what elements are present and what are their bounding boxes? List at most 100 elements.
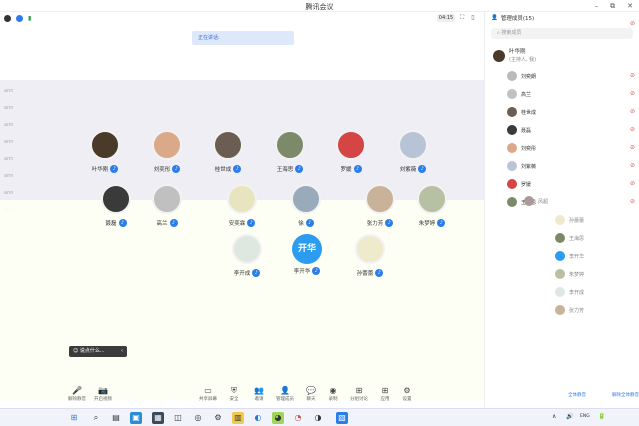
unmute-all-button[interactable]: 解除全体静音 (612, 392, 639, 398)
button-label: 应用 (380, 397, 390, 402)
app-icon[interactable]: ◑ (312, 412, 324, 424)
mic-muted-icon[interactable]: ⊘ (630, 108, 635, 115)
video-button[interactable]: 📷 开启视频 (92, 386, 114, 402)
settings-button[interactable]: ⚙ 设置 (396, 386, 418, 402)
mic-muted-icon[interactable]: ⊘ (630, 198, 635, 205)
mic-muted-icon[interactable]: ⊘ (630, 90, 635, 97)
member-row[interactable]: 罗媛 ⊘ (485, 175, 639, 193)
member-row[interactable]: 桂世成 ⊘ (485, 103, 639, 121)
participant-tile[interactable]: 徐 ♪ (276, 184, 336, 227)
member-row[interactable]: 刘奕朗 ⊘ (485, 67, 639, 85)
chat-icon: 💬 (306, 386, 316, 395)
mic-badge-icon: ♪ (110, 165, 119, 173)
invite-icon: 👥 (254, 386, 264, 395)
tray-arrow-icon[interactable]: ∧ (552, 413, 556, 420)
right-list-item[interactable]: 孙蕾蕾 (555, 212, 639, 228)
participant-tile[interactable]: 高兰 ♪ (137, 184, 197, 227)
left-pad-label: ann (4, 88, 14, 94)
collapse-icon[interactable]: ‹ (121, 346, 123, 357)
participant-tile[interactable]: 孙蕾蕾 ♪ (340, 234, 400, 277)
chrome-icon[interactable]: ◕ (272, 412, 284, 424)
volume-icon[interactable]: 🔊 (566, 413, 573, 420)
invite-button[interactable]: 👥 邀请 (248, 386, 270, 402)
gear-icon[interactable]: ⚙ (212, 412, 224, 424)
share-screen-button[interactable]: ▭ 共享屏幕 (197, 386, 219, 402)
right-list-name: 王海思 (569, 235, 585, 242)
battery-icon[interactable]: 🔋 (598, 413, 605, 420)
apps-button[interactable]: ⊞ 应用 (374, 386, 396, 402)
meeting-app-icon[interactable]: ▧ (336, 412, 348, 424)
minimize-button[interactable]: – (595, 2, 599, 11)
button-label: 聊天 (306, 397, 316, 402)
participant-tile[interactable]: 刘紫薇 ♪ (383, 130, 443, 173)
right-list-name: 李开华 (569, 253, 585, 260)
right-list-item[interactable]: 王海思 (555, 230, 639, 246)
mic-badge-icon: ♪ (305, 219, 314, 227)
mic-badge-icon: ♪ (295, 165, 304, 173)
app-icon[interactable]: ◫ (172, 412, 184, 424)
security-button[interactable]: ⛨ 安全 (223, 386, 245, 402)
chat-input[interactable]: ☺ 说点什么... ‹ (69, 346, 127, 357)
participant-tile[interactable]: 安奕霖 ♪ (212, 184, 272, 227)
start-icon[interactable]: ⊞ (68, 412, 80, 424)
fullscreen-icon[interactable]: ⛶ (460, 14, 464, 22)
mic-muted-icon[interactable]: ⊘ (630, 144, 635, 151)
member-row[interactable]: 高兰 ⊘ (485, 85, 639, 103)
edge-icon[interactable]: ◐ (252, 412, 264, 424)
member-row[interactable]: 刘紫薇 ⊘ (485, 157, 639, 175)
mute-all-button[interactable]: 全体静音 (568, 392, 586, 398)
unmute-button[interactable]: 🎤 解除静音 (66, 386, 88, 402)
participant-name: 桂世成 (214, 167, 232, 173)
app-icon[interactable]: ◎ (192, 412, 204, 424)
app-icon[interactable]: ▥ (232, 412, 244, 424)
manage-members-button[interactable]: 👤 管理成员 (274, 386, 296, 402)
close-button[interactable]: ✕ (627, 2, 633, 11)
signal-icon[interactable]: ▮ (28, 15, 31, 22)
participant-tile[interactable]: 开华 李开华 ♪ (277, 234, 337, 275)
avatar (417, 184, 447, 214)
participant-tile[interactable]: 刘奕彤 ♪ (137, 130, 197, 173)
language-indicator[interactable]: ENG (580, 414, 590, 419)
button-label: 设置 (402, 397, 412, 402)
right-list-item[interactable]: 李开成 (555, 284, 639, 300)
avatar (507, 197, 517, 207)
record-button[interactable]: ◉ 录制 (322, 386, 344, 402)
breakout-button[interactable]: ⊞ 分组讨论 (347, 386, 371, 402)
layout-icon[interactable]: ▯ (471, 14, 474, 22)
right-list-item[interactable]: 朱梦婷 (555, 266, 639, 282)
search-input[interactable]: ⌕ 搜索成员 (491, 28, 633, 39)
mic-muted-icon[interactable]: ⊘ (630, 180, 635, 187)
host-row[interactable]: 叶华刚 (主持人, 我) ⊘ (485, 20, 639, 67)
app-icon[interactable]: ◔ (292, 412, 304, 424)
participant-tile[interactable]: 桂世成 ♪ (198, 130, 258, 173)
mic-muted-icon[interactable]: ⊘ (630, 20, 635, 27)
avatar (555, 215, 565, 225)
right-list-name: 李开成 (569, 289, 585, 296)
avatar (152, 184, 182, 214)
app-icon[interactable]: ▦ (152, 412, 164, 424)
mic-muted-icon[interactable]: ⊘ (630, 162, 635, 169)
participant-tile[interactable]: 朱梦婷 ♪ (402, 184, 462, 227)
info-icon[interactable] (4, 14, 11, 22)
left-pad-label: ann (4, 156, 14, 162)
member-row[interactable]: 聂磊 ⊘ (485, 121, 639, 139)
participant-tile[interactable]: 王海思 ♪ (260, 130, 320, 173)
right-list-item[interactable]: 风超 (524, 193, 608, 209)
mic-muted-icon[interactable]: ⊘ (630, 72, 635, 79)
search-icon[interactable]: ⌕ (90, 412, 102, 424)
participant-tile[interactable]: 张力芳 ♪ (350, 184, 410, 227)
meeting-timer: 04:15 (437, 14, 455, 22)
chat-button[interactable]: 💬 聊天 (300, 386, 322, 402)
left-pad-label: ann (4, 190, 14, 196)
maximize-button[interactable]: ⧉ (610, 2, 615, 11)
participant-tile[interactable]: 李开成 ♪ (217, 234, 277, 277)
participant-tile[interactable]: 叶华刚 ♪ (75, 130, 135, 173)
app-icon[interactable]: ▣ (130, 412, 142, 424)
right-list-item[interactable]: 李开华 (555, 248, 639, 264)
mic-muted-icon[interactable]: ⊘ (630, 126, 635, 133)
shield-icon[interactable] (16, 14, 23, 22)
taskview-icon[interactable]: ▤ (110, 412, 122, 424)
member-row[interactable]: 刘奕彤 ⊘ (485, 139, 639, 157)
participant-tile[interactable]: 罗媛 ♪ (321, 130, 381, 173)
right-list-item[interactable]: 张力芳 (555, 302, 639, 318)
